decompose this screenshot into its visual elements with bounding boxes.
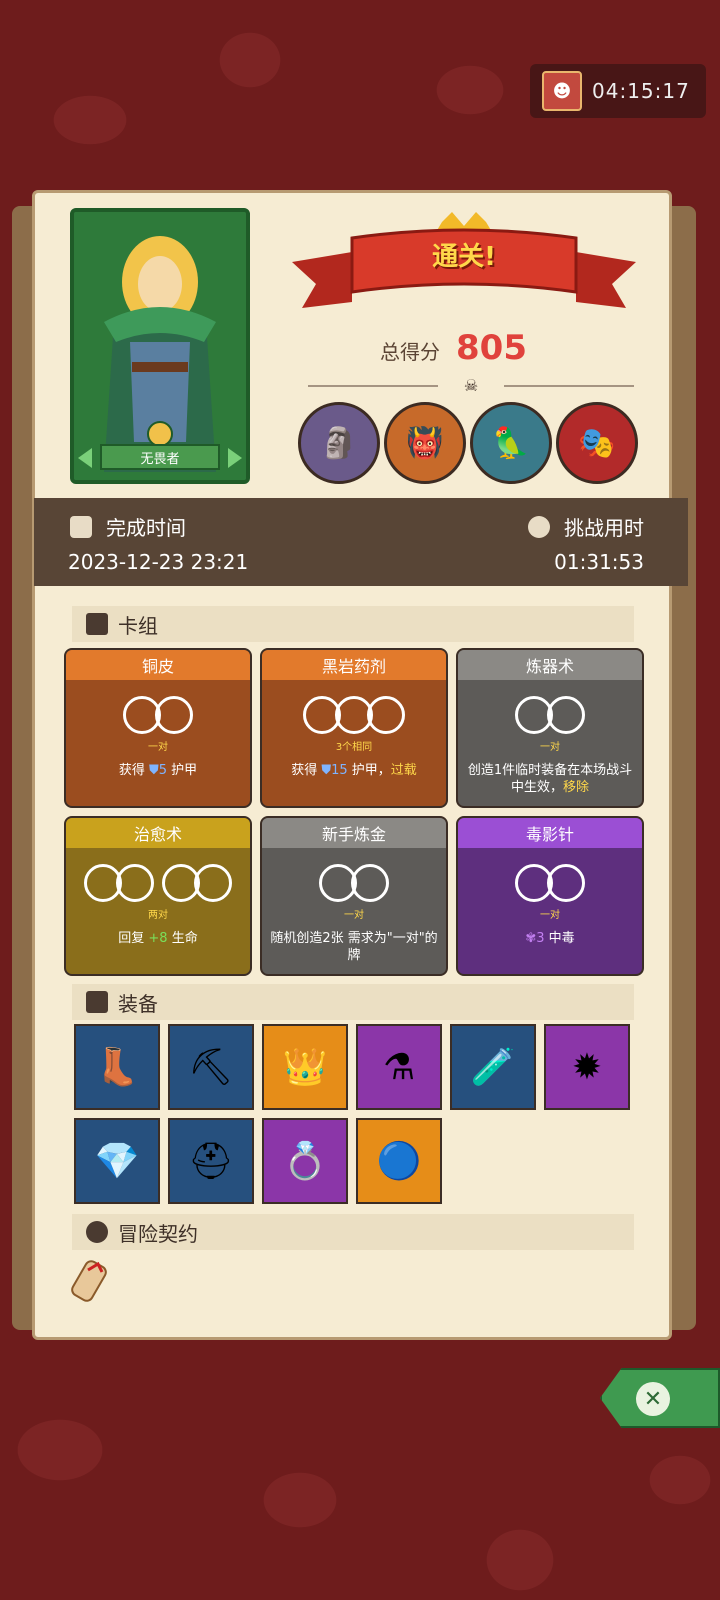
golden-helmet-icon[interactable]: ⛑ bbox=[168, 1118, 254, 1204]
poison-icon: ✾ bbox=[525, 931, 537, 946]
total-score: 总得分 805 bbox=[380, 328, 527, 368]
time-band: 完成时间 2023-12-23 23:21 挑战用时 01:31:53 bbox=[34, 498, 688, 586]
dice-slots bbox=[66, 864, 250, 902]
crystal-boot-icon[interactable]: 👢 bbox=[74, 1024, 160, 1110]
card-title: 新手炼金 bbox=[262, 818, 446, 848]
card-healing[interactable]: 治愈术 两对 回复 +8 生命 bbox=[64, 816, 252, 976]
challenge-time-value: 01:31:53 bbox=[554, 550, 644, 574]
stopwatch-icon bbox=[528, 515, 550, 538]
cards-icon bbox=[86, 613, 108, 635]
card-title: 黑岩药剂 bbox=[262, 650, 446, 680]
hero-illustration bbox=[74, 212, 246, 480]
dice-slots bbox=[262, 864, 446, 902]
card-title: 铜皮 bbox=[66, 650, 250, 680]
defeated-bosses: 🗿 👹 🦜 🎭 bbox=[298, 402, 638, 484]
flask-icon[interactable]: 🧪 bbox=[450, 1024, 536, 1110]
card-title: 毒影针 bbox=[458, 818, 642, 848]
card-description: 回复 +8 生命 bbox=[118, 931, 198, 946]
hero-portrait[interactable]: 无畏者 bbox=[70, 208, 250, 484]
card-requirement: 两对 bbox=[148, 910, 168, 921]
card-description: ✾3 中毒 bbox=[525, 931, 575, 946]
scythe-icon[interactable]: ⛏ bbox=[168, 1024, 254, 1110]
clear-banner: 通关! bbox=[292, 212, 636, 322]
card-artifice[interactable]: 炼器术 一对 创造1件临时装备在本场战斗中生效，移除 bbox=[456, 648, 644, 808]
card-copper-skin[interactable]: 铜皮 一对 获得 ⛊5 护甲 bbox=[64, 648, 252, 808]
blue-amulet-icon[interactable]: 🔵 bbox=[356, 1118, 442, 1204]
contract-header: 冒险契约 bbox=[72, 1214, 634, 1250]
card-requirement: 一对 bbox=[540, 910, 560, 921]
equipment-header: 装备 bbox=[72, 984, 634, 1020]
card-description: 获得 ⛊5 护甲 bbox=[118, 763, 198, 778]
dice-slots bbox=[458, 696, 642, 734]
card-title: 炼器术 bbox=[458, 650, 642, 680]
card-poison-needle[interactable]: 毒影针 一对 ✾3 中毒 bbox=[456, 816, 644, 976]
shield-icon: ⛊ bbox=[148, 763, 159, 778]
challenge-time-label: 挑战用时 bbox=[528, 512, 644, 541]
hero-name: 无畏者 bbox=[100, 444, 220, 470]
timer-text: 04:15:17 bbox=[592, 79, 690, 103]
boss-ogre-icon[interactable]: 👹 bbox=[384, 402, 466, 484]
boss-golem-icon[interactable]: 🗿 bbox=[298, 402, 380, 484]
card-requirement: 一对 bbox=[148, 742, 168, 753]
shield-icon: ⛊ bbox=[321, 763, 332, 778]
dice-slots bbox=[262, 696, 446, 734]
skull-horns-icon: ☠ bbox=[463, 376, 479, 395]
deck-header: 卡组 bbox=[72, 606, 634, 642]
box-icon bbox=[86, 991, 108, 1013]
card-title: 治愈术 bbox=[66, 818, 250, 848]
boss-jester-icon[interactable]: 🎭 bbox=[556, 402, 638, 484]
dice-slots bbox=[458, 864, 642, 902]
boss-bird-icon[interactable]: 🦜 bbox=[470, 402, 552, 484]
score-label: 总得分 bbox=[380, 340, 440, 364]
card-requirement: 一对 bbox=[344, 910, 364, 921]
person-icon bbox=[86, 1221, 108, 1243]
boss-avatar-icon: ☻ bbox=[542, 71, 582, 111]
completion-time-value: 2023-12-23 23:21 bbox=[68, 550, 249, 574]
card-description: 创造1件临时装备在本场战斗中生效，移除 bbox=[467, 763, 633, 795]
purple-potion-icon[interactable]: ⚗ bbox=[356, 1024, 442, 1110]
dice-slots bbox=[66, 696, 250, 734]
diamond-icon[interactable]: 💎 bbox=[74, 1118, 160, 1204]
prev-hero-icon[interactable] bbox=[78, 448, 92, 468]
session-timer: ☻ 04:15:17 bbox=[530, 64, 706, 118]
card-description: 获得 ⛊15 护甲，过载 bbox=[291, 763, 417, 778]
card-novice-alchemy[interactable]: 新手炼金 一对 随机创造2张 需求为"一对"的牌 bbox=[260, 816, 448, 976]
crown-icon[interactable]: 👑 bbox=[262, 1024, 348, 1110]
score-value: 805 bbox=[456, 328, 527, 368]
clear-title: 通关! bbox=[432, 242, 496, 272]
scroll-icon[interactable] bbox=[68, 1256, 114, 1306]
shadow-orb-icon[interactable]: ✹ bbox=[544, 1024, 630, 1110]
next-hero-icon[interactable] bbox=[228, 448, 242, 468]
divider: ☠ bbox=[290, 376, 656, 396]
completion-time-label: 完成时间 bbox=[70, 512, 186, 541]
card-description: 随机创造2张 需求为"一对"的牌 bbox=[270, 931, 438, 963]
card-requirement: 3个相同 bbox=[335, 742, 373, 753]
calendar-icon bbox=[70, 515, 92, 538]
card-blackrock-potion[interactable]: 黑岩药剂 3个相同 获得 ⛊15 护甲，过载 bbox=[260, 648, 448, 808]
close-button[interactable]: ✕ bbox=[600, 1368, 720, 1428]
card-requirement: 一对 bbox=[540, 742, 560, 753]
close-icon: ✕ bbox=[636, 1382, 670, 1416]
emerald-ring-icon[interactable]: 💍 bbox=[262, 1118, 348, 1204]
